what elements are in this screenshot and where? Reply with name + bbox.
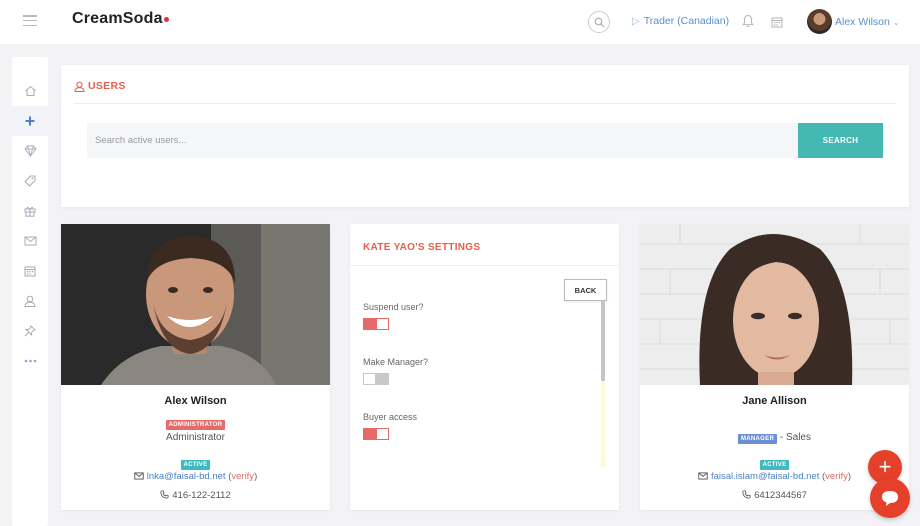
- users-panel: USERS SEARCH: [61, 65, 909, 207]
- scrollbar[interactable]: [601, 301, 605, 467]
- user-name: Alex Wilson: [164, 395, 227, 407]
- sidebar-item-mail[interactable]: [12, 226, 48, 256]
- user-name: Jane Allison: [742, 395, 807, 407]
- plus-icon: [25, 116, 35, 126]
- make-manager-toggle[interactable]: [363, 373, 389, 385]
- verify-link[interactable]: verify: [825, 471, 848, 482]
- phone-number: 6412344567: [754, 490, 807, 501]
- status-badge: ACTIVE: [180, 460, 211, 470]
- sidebar-item-calendar[interactable]: [12, 256, 48, 286]
- search-button[interactable]: SEARCH: [798, 123, 883, 158]
- sidebar-item-gifts[interactable]: [12, 196, 48, 226]
- email-row: lnka@faisal-bd.net (verify): [61, 471, 330, 482]
- divider: [350, 265, 619, 266]
- email-link[interactable]: lnka@faisal-bd.net: [147, 471, 226, 482]
- phone-number: 416-122-2112: [172, 490, 231, 501]
- role-badge: MANAGER: [737, 434, 778, 444]
- tag-icon: [24, 175, 36, 187]
- more-icon: [24, 359, 36, 363]
- back-button[interactable]: BACK: [564, 279, 607, 301]
- mail-icon: [698, 472, 708, 480]
- sidebar-item-diamond[interactable]: [12, 136, 48, 166]
- user-role: - Sales: [779, 432, 811, 443]
- divider: [74, 103, 896, 104]
- users-title: USERS: [74, 80, 126, 92]
- user-card-alex: Alex Wilson ADMINISTRATOR Administrator …: [61, 224, 330, 510]
- user-role: Administrator: [166, 432, 225, 443]
- hamburger-menu-icon[interactable]: [23, 15, 37, 27]
- search-input[interactable]: [87, 123, 799, 158]
- profile-photo: [640, 224, 909, 385]
- settings-panel: KATE YAO'S SETTINGS BACK Suspend user? M…: [350, 224, 619, 510]
- sidebar-item-add[interactable]: [12, 106, 48, 136]
- search-icon[interactable]: [588, 11, 610, 33]
- email-link[interactable]: faisal.islam@faisal-bd.net: [711, 471, 819, 482]
- sidebar-item-tags[interactable]: [12, 166, 48, 196]
- user-menu[interactable]: Alex Wilson ⌄: [835, 16, 900, 28]
- scrollbar-thumb[interactable]: [601, 301, 605, 381]
- sidebar-item-pins[interactable]: [12, 316, 48, 346]
- setting-label-buyer: Buyer access: [363, 412, 418, 422]
- play-icon: ▷: [632, 16, 640, 27]
- app-logo[interactable]: CreamSoda: [72, 10, 169, 28]
- calendar-icon[interactable]: [771, 15, 783, 33]
- diamond-icon: [23, 145, 37, 157]
- role-row: MANAGER - Sales: [640, 432, 909, 444]
- role-badge: ADMINISTRATOR: [165, 420, 226, 430]
- buyer-access-toggle[interactable]: [363, 428, 389, 440]
- sidebar: [12, 57, 48, 526]
- phone-icon: [742, 490, 751, 499]
- status-badge: ACTIVE: [759, 460, 790, 470]
- pin-icon: [24, 325, 36, 337]
- avatar[interactable]: [807, 9, 832, 34]
- mail-icon: [24, 236, 36, 246]
- plus-icon: +: [878, 454, 892, 479]
- phone-row: 416-122-2112: [61, 490, 330, 501]
- setting-label-suspend: Suspend user?: [363, 302, 424, 312]
- status-badge-row: ACTIVE: [61, 453, 330, 471]
- chevron-down-icon: ⌄: [892, 18, 900, 27]
- home-icon: [24, 85, 36, 96]
- account-type-link[interactable]: ▷ Trader (Canadian): [632, 15, 729, 27]
- settings-title: KATE YAO'S SETTINGS: [363, 242, 481, 253]
- gift-icon: [24, 206, 36, 217]
- chat-icon: [882, 491, 898, 506]
- sidebar-item-users[interactable]: [12, 286, 48, 316]
- sidebar-item-more[interactable]: [12, 346, 48, 376]
- profile-photo: [61, 224, 330, 385]
- user-icon: [74, 81, 85, 92]
- bell-icon[interactable]: [742, 14, 754, 33]
- top-bar: CreamSoda ▷ Trader (Canadian) Alex Wilson…: [0, 0, 920, 44]
- user-icon: [24, 295, 36, 307]
- phone-icon: [160, 490, 169, 499]
- setting-label-manager: Make Manager?: [363, 357, 429, 367]
- sidebar-item-home[interactable]: [12, 76, 48, 106]
- verify-link[interactable]: verify: [231, 471, 254, 482]
- mail-icon: [134, 472, 144, 480]
- logo-dot: [163, 17, 169, 22]
- chat-fab-button[interactable]: [870, 478, 910, 518]
- calendar-icon: [24, 266, 36, 277]
- suspend-user-toggle[interactable]: [363, 318, 389, 330]
- role-badge-row: ADMINISTRATOR: [61, 413, 330, 431]
- phone-row: 6412344567: [640, 490, 909, 501]
